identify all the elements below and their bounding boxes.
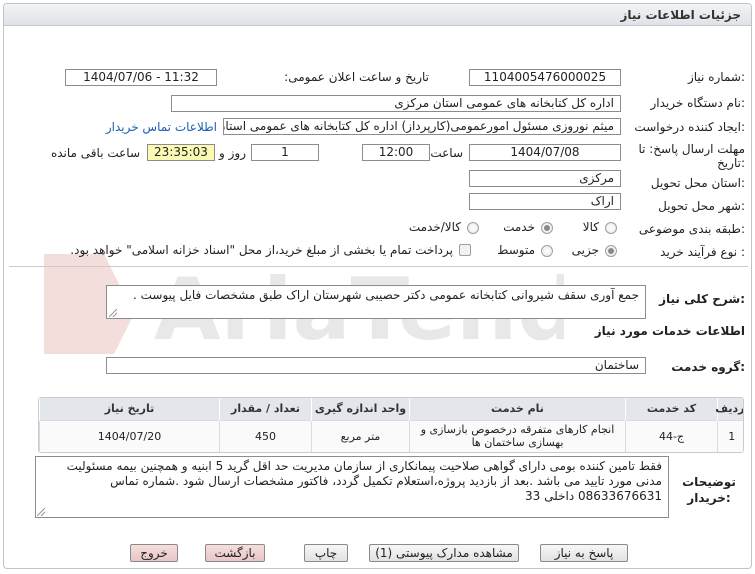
cell-unit: متر مربع xyxy=(311,419,410,452)
city-label: شهر محل تحویل: xyxy=(658,199,745,213)
category-service-label: خدمت xyxy=(503,220,535,234)
col-date-header: تاریخ نیاز xyxy=(39,398,220,420)
col-qty-header: تعداد / مقدار xyxy=(219,398,312,420)
description-label: شرح کلی نیاز: xyxy=(659,292,745,306)
reply-button[interactable]: پاسخ به نیاز xyxy=(540,544,628,562)
announce-label: تاریخ و ساعت اعلان عمومی: xyxy=(284,70,429,84)
buyer-notes-textarea[interactable]: فقط تامین کننده بومی دارای گواهی صلاحیت … xyxy=(35,456,669,518)
col-row-header: ردیف xyxy=(715,398,743,420)
cell-row: 1 xyxy=(717,419,743,452)
cell-name: انجام کارهای متفرقه درخصوص بازسازی و بهس… xyxy=(409,419,626,452)
province-field: مرکزی xyxy=(469,170,621,187)
deadline-date-field: 1404/07/08 xyxy=(469,144,621,161)
exit-button[interactable]: خروج xyxy=(130,544,178,562)
attachments-button[interactable]: مشاهده مدارک پیوستی (1) xyxy=(369,544,519,562)
category-goods-label: کالا xyxy=(582,220,599,234)
description-textarea[interactable]: جمع آوری سقف شیروانی کتابخانه عمومی دکتر… xyxy=(106,285,646,319)
services-table: ردیف کد خدمت نام خدمت واحد اندازه گیری ت… xyxy=(38,397,744,453)
need-number-label: شماره نیاز: xyxy=(687,70,745,84)
panel-title: جزئیات اطلاعات نیاز xyxy=(620,8,741,22)
category-label: طبقه بندی موضوعی: xyxy=(638,222,745,236)
announce-datetime-field: 1404/07/06 - 11:32 xyxy=(65,69,217,86)
cell-code: ج-44 xyxy=(625,419,718,452)
table-row: 1 ج-44 انجام کارهای متفرقه درخصوص بازساز… xyxy=(39,419,743,452)
cell-date: 1404/07/20 xyxy=(39,419,220,452)
col-code-header: کد خدمت xyxy=(625,398,718,420)
process-label: نوع فرآیند خرید : xyxy=(660,245,745,259)
service-group-label: گروه خدمت: xyxy=(671,360,745,374)
description-resize-handle[interactable] xyxy=(109,309,117,317)
province-label: استان محل تحویل: xyxy=(650,176,745,190)
cell-qty: 450 xyxy=(219,419,312,452)
table-header-row: ردیف کد خدمت نام خدمت واحد اندازه گیری ت… xyxy=(39,398,743,420)
days-label: روز و xyxy=(219,146,246,160)
deadline-label: مهلت ارسال پاسخ: تا xyxy=(638,142,745,156)
category-goods-radio[interactable] xyxy=(605,222,617,234)
col-unit-header: واحد اندازه گیری xyxy=(311,398,410,420)
section-divider xyxy=(9,266,748,267)
deadline-time-field: 12:00 xyxy=(362,144,430,161)
treasury-payment-note: پرداخت تمام یا بخشی از مبلغ خرید،از محل … xyxy=(70,243,453,257)
need-number-field: 1104005476000025 xyxy=(469,69,621,86)
process-medium-label: متوسط xyxy=(497,243,535,257)
category-goods-service-radio[interactable] xyxy=(467,222,479,234)
col-name-header: نام خدمت xyxy=(409,398,626,420)
buyer-notes-resize-handle[interactable] xyxy=(37,508,45,516)
category-goods-service-label: کالا/خدمت xyxy=(408,220,461,234)
panel-header: جزئیات اطلاعات نیاز xyxy=(4,4,751,26)
deadline-time-label: ساعت xyxy=(430,146,463,160)
treasury-payment-checkbox[interactable] xyxy=(459,244,471,256)
buyer-field: اداره کل کتابخانه های عمومی استان مرکزی xyxy=(171,95,621,112)
buyer-label: نام دستگاه خریدار: xyxy=(650,96,746,110)
process-minor-radio[interactable] xyxy=(605,245,617,257)
remaining-time-field: 23:35:03 xyxy=(147,144,215,161)
deadline-date-label: تاریخ: xyxy=(717,156,745,170)
buyer-notes-label: توضیحات خریدار: xyxy=(682,475,736,505)
service-group-field: ساختمان xyxy=(106,357,646,374)
print-button[interactable]: چاپ xyxy=(304,544,348,562)
services-section-title: اطلاعات خدمات مورد نیاز xyxy=(594,324,745,338)
days-remaining-field: 1 xyxy=(251,144,319,161)
details-panel: جزئیات اطلاعات نیاز AriaTender.net شماره… xyxy=(3,3,752,569)
creator-label: ایجاد کننده درخواست: xyxy=(634,120,745,134)
remaining-time-label: ساعت باقی مانده xyxy=(50,146,140,160)
buyer-contact-link[interactable]: اطلاعات تماس خریدار xyxy=(106,120,217,134)
process-minor-label: جزیی xyxy=(571,243,599,257)
category-service-radio[interactable] xyxy=(541,222,553,234)
back-button[interactable]: بازگشت xyxy=(205,544,265,562)
creator-field: میثم نوروزی مسئول امورعمومی(کارپرداز) اد… xyxy=(223,118,621,135)
process-medium-radio[interactable] xyxy=(541,245,553,257)
city-field: اراک xyxy=(469,193,621,210)
